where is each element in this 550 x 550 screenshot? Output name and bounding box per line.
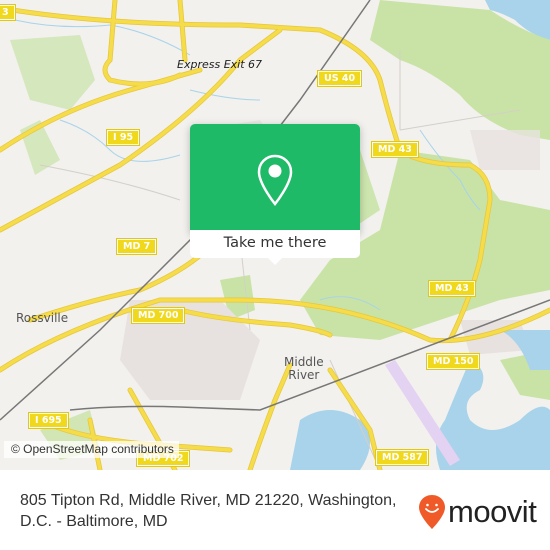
address-text: 805 Tipton Rd, Middle River, MD 21220, W… xyxy=(20,492,397,530)
moovit-wordmark: moovit xyxy=(448,494,537,529)
shield-md700: MD 700 xyxy=(130,307,186,324)
shield-md150: MD 150 xyxy=(425,353,481,370)
map-view[interactable]: Express Exit 67 Rossville Middle River 3… xyxy=(0,0,550,470)
footer: 805 Tipton Rd, Middle River, MD 21220, W… xyxy=(0,470,550,550)
shield-i695: I 695 xyxy=(28,412,69,429)
place-rossville: Rossville xyxy=(16,311,69,325)
popup-header xyxy=(190,124,360,230)
shield-partial-left: 3 xyxy=(0,4,16,21)
place-middle-river: Middle River xyxy=(284,356,324,382)
shield-md43-north: MD 43 xyxy=(371,141,419,158)
moovit-logo[interactable]: moovit xyxy=(418,492,537,532)
shield-i95: I 95 xyxy=(105,129,141,146)
moovit-pin-icon xyxy=(419,495,445,529)
place-middle-river-line2: River xyxy=(288,368,320,382)
shield-md43-south: MD 43 xyxy=(428,280,476,297)
map-pin-icon xyxy=(257,154,293,207)
take-me-there-button[interactable]: Take me there xyxy=(190,230,360,258)
express-exit-label: Express Exit 67 xyxy=(177,58,263,71)
map-attribution[interactable]: © OpenStreetMap contributors xyxy=(4,441,179,458)
location-popup: Take me there xyxy=(190,124,360,265)
shield-us40: US 40 xyxy=(316,70,363,87)
shield-md7: MD 7 xyxy=(115,238,158,255)
shield-md587: MD 587 xyxy=(374,449,430,466)
popup-pointer xyxy=(267,257,283,265)
